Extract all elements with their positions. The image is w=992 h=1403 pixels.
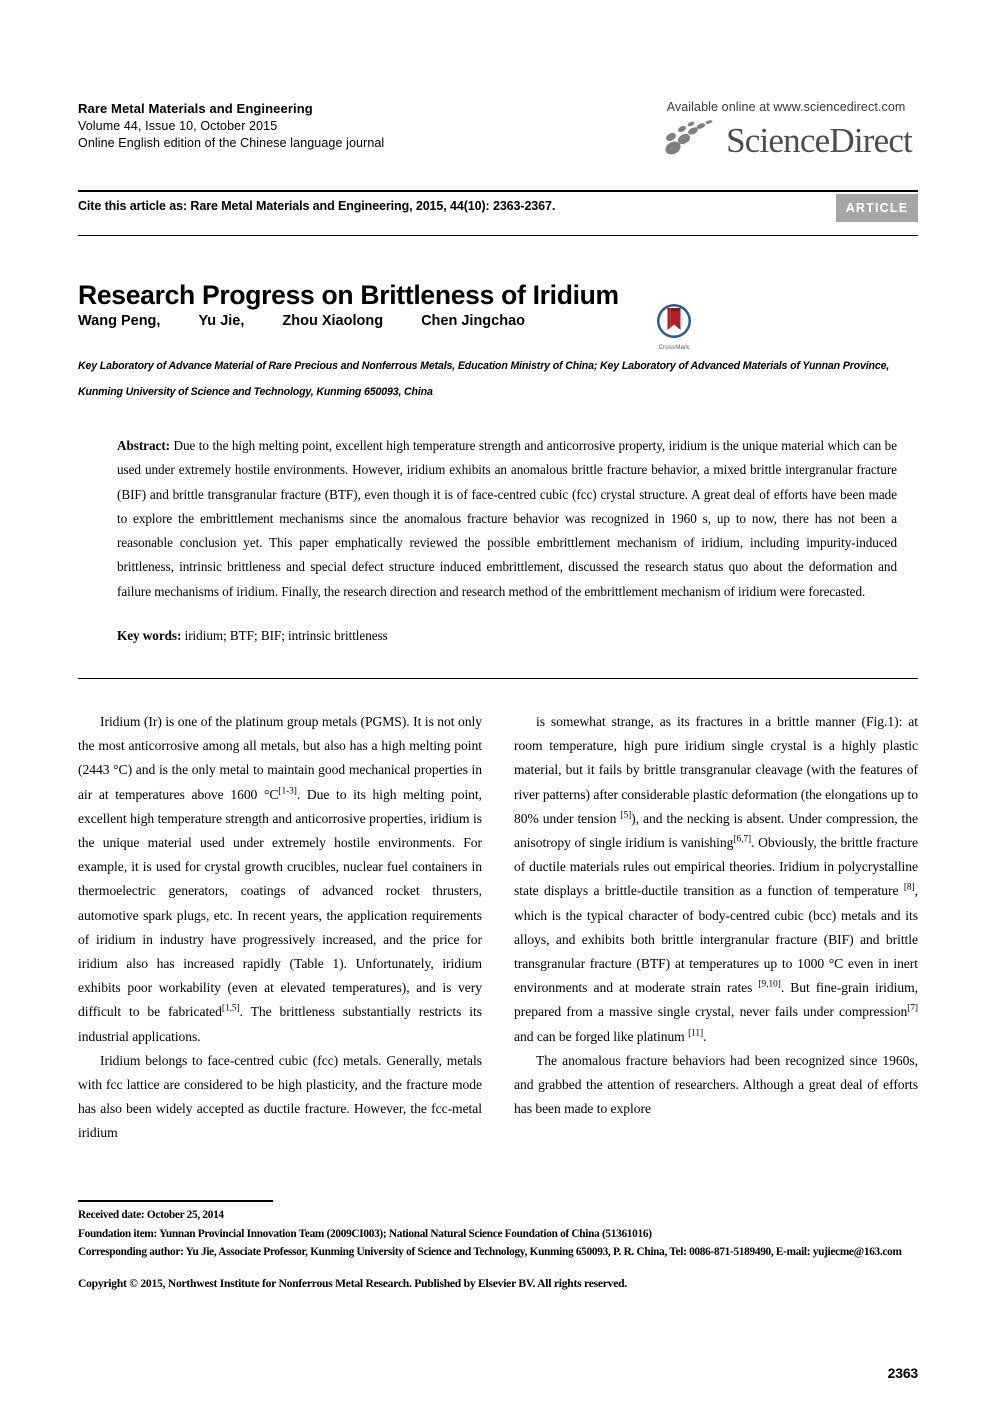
corresponding-author: Corresponding author: Yu Jie, Associate … xyxy=(78,1246,902,1258)
sciencedirect-swoosh-icon xyxy=(665,120,713,155)
crossmark-icon xyxy=(657,304,691,338)
left-column: Iridium (Ir) is one of the platinum grou… xyxy=(78,710,482,1146)
abstract-bottom-rule xyxy=(78,678,918,679)
reference-marker[interactable]: [8] xyxy=(904,883,915,893)
body-paragraph: Iridium belongs to face-centred cubic (f… xyxy=(78,1052,482,1141)
affiliation: Key Laboratory of Advance Material of Ra… xyxy=(78,360,890,398)
crossmark-badge[interactable]: CrossMark xyxy=(651,303,697,351)
foundation-item: Foundation item: Yunnan Provincial Innov… xyxy=(78,1227,652,1240)
journal-info: Rare Metal Materials and Engineering Vol… xyxy=(78,100,384,153)
sciencedirect-block: Available online at www.sciencedirect.co… xyxy=(660,100,918,162)
right-column: is somewhat strange, as its fractures in… xyxy=(514,710,918,1146)
journal-edition: Online English edition of the Chinese la… xyxy=(78,136,385,150)
body-paragraph: Iridium (Ir) is one of the platinum grou… xyxy=(78,714,483,1044)
sciencedirect-wordmark: ScienceDirect xyxy=(726,120,913,160)
body-paragraph: The anomalous fracture behaviors had bee… xyxy=(514,1052,918,1117)
reference-marker[interactable]: [6,7] xyxy=(733,834,751,844)
masthead: Rare Metal Materials and Engineering Vol… xyxy=(78,100,918,162)
author-name: Zhou Xiaolong xyxy=(282,313,384,329)
reference-marker[interactable]: [9,10] xyxy=(758,980,780,990)
reference-marker[interactable]: [5] xyxy=(620,810,631,820)
keywords-heading: Key words: xyxy=(117,628,182,643)
keywords-block: Key words: iridium; BTF; BIF; intrinsic … xyxy=(117,628,897,644)
page-number: 2363 xyxy=(887,1365,919,1381)
crossmark-label: CrossMark xyxy=(658,345,690,351)
cite-bottom-rule xyxy=(78,235,918,236)
journal-volume: Volume 44, Issue 10, October 2015 xyxy=(78,118,278,133)
cite-this-article: Cite this article as: Rare Metal Materia… xyxy=(78,199,556,213)
paper-page: Rare Metal Materials and Engineering Vol… xyxy=(0,0,992,1403)
sciencedirect-logo: ScienceDirect xyxy=(660,118,913,162)
footnote-rule xyxy=(78,1200,273,1202)
keywords-body: iridium; BTF; BIF; intrinsic brittleness xyxy=(181,628,388,643)
status-badge: ARTICLE xyxy=(836,194,918,222)
author-name: Yu Jie, xyxy=(198,313,245,329)
author-list: Wang Peng, Yu Jie, Zhou Xiaolong Chen Ji… xyxy=(78,313,678,329)
footnotes-block: Received date: October 25, 2014 Foundati… xyxy=(78,1206,928,1262)
author-name: Chen Jingchao xyxy=(421,313,526,329)
copyright-line: Copyright © 2015, Northwest Institute fo… xyxy=(78,1277,627,1290)
body-columns: Iridium (Ir) is one of the platinum grou… xyxy=(78,710,918,1146)
abstract-body: Due to the high melting point, excellent… xyxy=(117,438,897,599)
body-paragraph: is somewhat strange, as its fractures in… xyxy=(514,714,918,1044)
citation-row: Cite this article as: Rare Metal Materia… xyxy=(78,194,918,222)
author-name: Wang Peng, xyxy=(78,313,161,329)
reference-marker[interactable]: [11] xyxy=(688,1028,703,1038)
reference-marker[interactable]: [1,5] xyxy=(222,1004,240,1014)
reference-marker[interactable]: [7] xyxy=(907,1004,918,1014)
journal-name: Rare Metal Materials and Engineering xyxy=(78,101,313,116)
available-online-text: Available online at www.sciencedirect.co… xyxy=(666,100,906,114)
top-rule xyxy=(78,190,918,192)
abstract-heading: Abstract: xyxy=(117,438,171,453)
received-date: Received date: October 25, 2014 xyxy=(78,1209,224,1221)
abstract-block: Abstract: Due to the high melting point,… xyxy=(117,434,897,604)
reference-marker[interactable]: [1-3] xyxy=(278,786,297,796)
